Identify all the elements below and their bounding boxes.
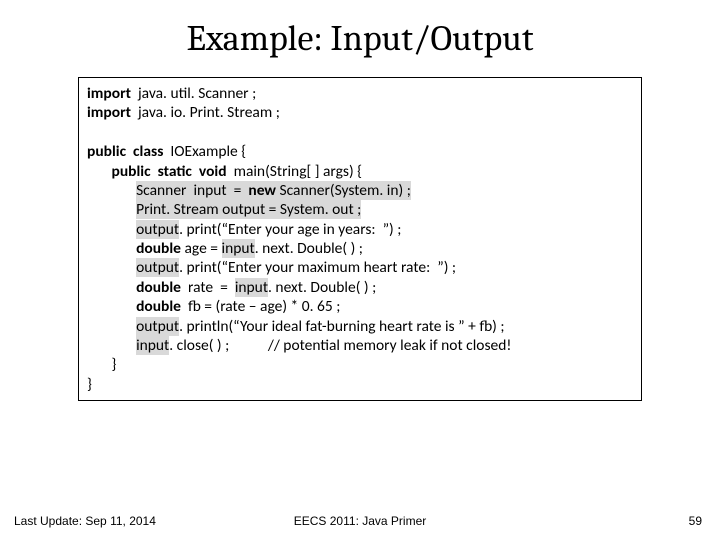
code-line: [87, 123, 633, 142]
code-line: public class IOExample {: [87, 142, 633, 161]
code-line: output. print(“Enter your maximum heart …: [87, 258, 633, 277]
footer-course: EECS 2011: Java Primer: [0, 514, 720, 528]
page-number: 59: [689, 514, 702, 528]
slide-title: Example: Input/Output: [0, 0, 720, 69]
code-line: double fb = (rate – age) * 0. 65 ;: [87, 297, 633, 316]
code-line: }: [87, 355, 633, 374]
code-line: input. close( ) ; // potential memory le…: [87, 336, 633, 355]
code-line: double age = input. next. Double( ) ;: [87, 239, 633, 258]
code-line: }: [87, 375, 633, 394]
code-line: Print. Stream output = System. out ;: [87, 200, 633, 219]
code-line: import java. util. Scanner ;: [87, 84, 633, 103]
code-line: double rate = input. next. Double( ) ;: [87, 278, 633, 297]
code-line: output. println(“Your ideal fat-burning …: [87, 317, 633, 336]
code-box: import java. util. Scanner ; import java…: [78, 77, 642, 401]
code-line: Scanner input = new Scanner(System. in) …: [87, 181, 633, 200]
code-line: import java. io. Print. Stream ;: [87, 103, 633, 122]
code-line: output. print(“Enter your age in years: …: [87, 220, 633, 239]
code-line: public static void main(String[ ] args) …: [87, 162, 633, 181]
